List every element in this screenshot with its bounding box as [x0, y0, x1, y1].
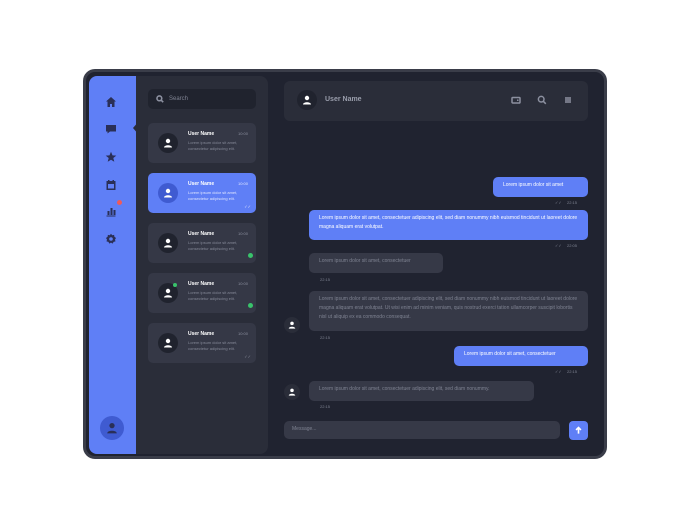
conversation-preview: Lorem ipsum dolor sit amet, consectetur … [188, 140, 238, 151]
conversation-name: User Name [188, 231, 215, 237]
notification-dot [117, 200, 122, 205]
conversation-list-panel: Search User Name 10:00 Lorem ipsum dolor… [136, 76, 268, 454]
sidebar-rail [89, 76, 139, 454]
unread-badge [248, 303, 253, 308]
message-input[interactable]: Message... [284, 421, 560, 439]
message-incoming: Lorem ipsum dolor sit amet, consectetuer… [309, 381, 534, 401]
conversation-time: 10:00 [237, 181, 248, 186]
conversation-name: User Name [188, 131, 215, 137]
chart-icon[interactable] [104, 204, 118, 218]
gear-icon[interactable] [104, 232, 118, 246]
conversation-item-selected[interactable]: User Name 10:00 Lorem ipsum dolor sit am… [148, 173, 256, 213]
message-outgoing: Lorem ipsum dolor sit amet [493, 177, 588, 197]
home-icon[interactable] [104, 95, 118, 109]
send-button[interactable] [569, 421, 588, 440]
message-time: 22:05 [567, 243, 578, 248]
message-outgoing: Lorem ipsum dolor sit amet, consectetuer… [309, 210, 588, 240]
contact-avatar[interactable] [297, 90, 317, 110]
avatar [158, 333, 178, 353]
search-input[interactable]: Search [148, 89, 256, 109]
chat-app-window: Search User Name 10:00 Lorem ipsum dolor… [83, 69, 607, 459]
arrow-up-icon [575, 426, 582, 434]
message-time: 22:15 [320, 277, 331, 282]
read-receipt-icon: ✓✓ [555, 243, 562, 248]
unread-badge [248, 253, 253, 258]
avatar [158, 133, 178, 153]
search-icon[interactable] [536, 94, 548, 106]
conversation-item[interactable]: User Name 10:00 Lorem ipsum dolor sit am… [148, 123, 256, 163]
sender-avatar [284, 384, 300, 400]
star-icon[interactable] [104, 150, 118, 164]
chat-header: User Name [284, 81, 588, 121]
conversation-time: 10:00 [237, 281, 248, 286]
avatar [158, 183, 178, 203]
conversation-name: User Name [188, 181, 215, 187]
online-status-dot [173, 283, 177, 287]
message-incoming: Lorem ipsum dolor sit amet, consectetuer [309, 253, 443, 273]
conversation-time: 10:00 [237, 231, 248, 236]
menu-icon[interactable] [562, 94, 574, 106]
message-outgoing: Lorem ipsum dolor sit amet, consectetuer [454, 346, 588, 366]
conversation-name: User Name [188, 281, 215, 287]
conversation-preview: Lorem ipsum dolor sit amet, consectetur … [188, 190, 238, 201]
contact-name: User Name [325, 96, 362, 103]
message-time: 22:15 [320, 335, 331, 340]
conversation-name: User Name [188, 331, 215, 337]
conversation-item[interactable]: User Name 10:00 Lorem ipsum dolor sit am… [148, 323, 256, 363]
search-placeholder: Search [169, 96, 189, 102]
message-time: 22:15 [567, 369, 578, 374]
current-user-avatar[interactable] [100, 416, 124, 440]
conversation-preview: Lorem ipsum dolor sit amet, consectetur … [188, 340, 238, 351]
conversation-item[interactable]: User Name 10:00 Lorem ipsum dolor sit am… [148, 223, 256, 263]
avatar [158, 233, 178, 253]
message-time: 22:15 [567, 200, 578, 205]
read-receipt-icon: ✓✓ [555, 369, 562, 374]
card-icon[interactable] [510, 94, 522, 106]
conversation-item[interactable]: User Name 10:00 Lorem ipsum dolor sit am… [148, 273, 256, 313]
chat-icon[interactable] [104, 122, 118, 136]
read-receipt-icon: ✓✓ [555, 200, 562, 205]
search-icon [156, 95, 164, 103]
message-placeholder: Message... [292, 426, 317, 432]
conversation-preview: Lorem ipsum dolor sit amet, consectetur … [188, 290, 238, 301]
read-receipt-icon: ✓✓ [244, 354, 251, 359]
sender-avatar [284, 317, 300, 333]
message-time: 22:15 [320, 404, 331, 409]
conversation-preview: Lorem ipsum dolor sit amet, consectetur … [188, 240, 238, 251]
conversation-time: 10:00 [237, 331, 248, 336]
message-incoming: Lorem ipsum dolor sit amet, consectetuer… [309, 291, 588, 331]
calendar-icon[interactable] [104, 178, 118, 192]
read-receipt-icon: ✓✓ [244, 204, 251, 209]
conversation-time: 10:00 [237, 131, 248, 136]
